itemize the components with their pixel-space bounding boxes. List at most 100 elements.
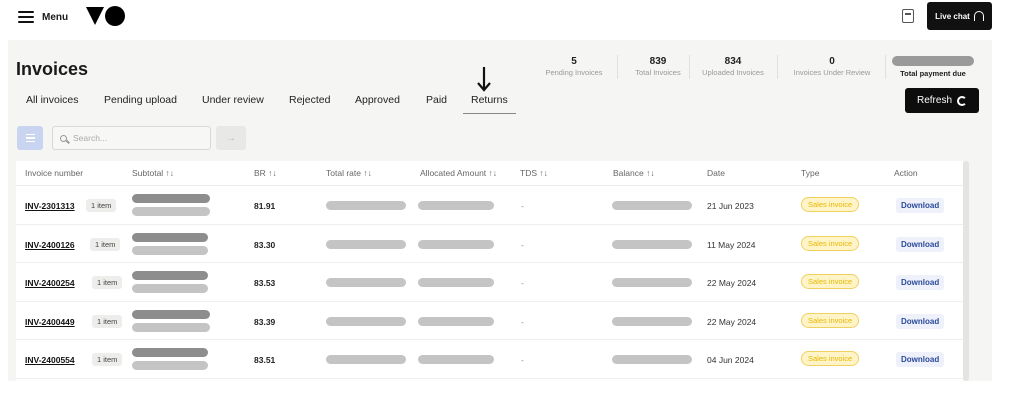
allocated-amount-redacted — [418, 316, 494, 326]
subtotal-redacted — [132, 194, 210, 203]
total-rate-redacted — [326, 201, 406, 210]
invoice-number-link[interactable]: INV-2400254 — [25, 278, 75, 288]
tab-returns[interactable]: Returns — [463, 94, 516, 114]
col-balance[interactable]: Balance ↑↓ — [613, 168, 655, 178]
search-box[interactable] — [52, 126, 211, 150]
search-input[interactable] — [73, 133, 193, 143]
subtotal-redacted — [132, 232, 208, 242]
top-bar: Menu Live chat — [0, 0, 1009, 38]
col-br[interactable]: BR ↑↓ — [254, 168, 277, 178]
stat-value: 5 — [571, 56, 577, 67]
hamburger-icon — [18, 11, 34, 23]
allocated-amount-redacted — [418, 278, 494, 287]
col-type: Type — [801, 168, 820, 178]
refresh-button[interactable]: Refresh — [905, 88, 979, 113]
item-count-badge: 1 item — [92, 353, 123, 366]
invoice-number-link[interactable]: INV-2400449 — [25, 317, 75, 327]
col-tds[interactable]: TDS ↑↓ — [520, 168, 548, 178]
refresh-label: Refresh — [916, 95, 952, 106]
col-allocated-amount[interactable]: Allocated Amount ↑↓ — [420, 168, 497, 178]
menu-label: Menu — [42, 11, 69, 23]
col-total-rate[interactable]: Total rate ↑↓ — [326, 168, 372, 178]
balance-redacted — [612, 201, 692, 210]
tab-all-invoices[interactable]: All invoices — [26, 94, 79, 106]
subtotal-redacted — [132, 271, 208, 280]
date-value: 21 Jun 2023 — [707, 201, 754, 211]
subtotal-redacted — [132, 309, 210, 319]
stat-value: 0 — [829, 56, 835, 67]
br-value: 83.30 — [254, 239, 276, 250]
allocated-amount-redacted — [418, 201, 494, 210]
table-row: INV-2400254 1 item 83.53 - 22 May 2024 S… — [16, 263, 963, 302]
total-rate-redacted — [326, 239, 406, 249]
download-button[interactable]: Download — [896, 313, 945, 329]
live-chat-button[interactable]: Live chat — [927, 2, 992, 30]
table-scrollbar[interactable] — [963, 161, 969, 381]
stat-label: Invoices Under Review — [793, 68, 871, 77]
balance-redacted — [612, 278, 692, 287]
total-payment-value-redacted — [892, 56, 974, 66]
br-value: 83.53 — [254, 278, 276, 288]
invoices-panel: Invoices 5 Pending Invoices 839 Total In… — [8, 40, 992, 381]
stat-invoices-under-review: 0 Invoices Under Review — [782, 56, 882, 77]
download-button[interactable]: Download — [896, 236, 945, 252]
invoices-table: Invoice number Subtotal ↑↓ BR ↑↓ Total r… — [16, 161, 963, 381]
divider — [777, 55, 778, 79]
tab-rejected[interactable]: Rejected — [289, 94, 330, 106]
document-icon[interactable] — [902, 9, 914, 23]
search-icon — [60, 134, 67, 142]
balance-redacted — [612, 239, 692, 249]
divider — [885, 55, 886, 79]
total-rate-redacted — [326, 278, 406, 287]
table-row: INV-2400449 1 item 83.39 - 22 May 2024 S… — [16, 302, 963, 340]
live-chat-label: Live chat — [935, 11, 970, 21]
type-badge: Sales invoice — [801, 274, 860, 289]
stat-label: Pending Invoices — [545, 68, 603, 77]
invoice-number-link[interactable]: INV-2400554 — [25, 355, 75, 365]
tab-pending-upload[interactable]: Pending upload — [104, 94, 177, 106]
download-button[interactable]: Download — [896, 198, 945, 213]
total-rate-redacted — [326, 316, 406, 326]
tds-value: - — [521, 316, 524, 327]
br-value: 83.39 — [254, 316, 276, 327]
search-submit-button[interactable]: → — [216, 126, 246, 150]
download-button[interactable]: Download — [896, 275, 945, 290]
tab-under-review[interactable]: Under review — [202, 94, 264, 106]
type-badge: Sales invoice — [801, 312, 860, 328]
stat-total-invoices: 839 Total Invoices — [621, 56, 695, 77]
tab-approved[interactable]: Approved — [355, 94, 400, 106]
table-row: INV-2400554 1 item 83.51 - 04 Jun 2024 S… — [16, 340, 963, 379]
tds-value: - — [521, 278, 524, 288]
col-subtotal[interactable]: Subtotal ↑↓ — [132, 168, 174, 178]
subtotal-secondary-redacted — [132, 284, 208, 293]
col-action: Action — [894, 168, 918, 178]
date-value: 11 May 2024 — [707, 239, 756, 250]
stat-pending-invoices: 5 Pending Invoices — [536, 56, 612, 77]
divider — [689, 55, 690, 79]
allocated-amount-redacted — [418, 239, 494, 249]
invoice-number-link[interactable]: INV-2400126 — [25, 240, 75, 250]
item-count-badge: 1 item — [86, 199, 117, 212]
stat-uploaded-invoices: 834 Uploaded Invoices — [692, 56, 774, 77]
arrow-down-icon — [477, 67, 491, 92]
stat-value: 839 — [649, 56, 667, 67]
refresh-icon — [957, 95, 967, 106]
br-value: 81.91 — [254, 201, 276, 211]
arrow-right-icon: → — [226, 132, 236, 144]
download-button[interactable]: Download — [896, 352, 945, 367]
brand-logo[interactable] — [86, 6, 125, 26]
tab-paid[interactable]: Paid — [426, 94, 447, 106]
invoice-number-link[interactable]: INV-2301313 — [25, 201, 75, 211]
menu-button[interactable]: Menu — [18, 7, 68, 27]
br-value: 83.51 — [254, 355, 276, 365]
filter-button[interactable] — [17, 126, 43, 150]
balance-redacted — [612, 355, 692, 364]
total-rate-redacted — [326, 355, 406, 364]
item-count-badge: 1 item — [92, 276, 123, 289]
subtotal-secondary-redacted — [132, 207, 210, 216]
balance-redacted — [612, 316, 692, 326]
type-badge: Sales invoice — [801, 235, 860, 251]
subtotal-redacted — [132, 348, 208, 357]
item-count-badge: 1 item — [90, 237, 121, 251]
type-badge: Sales invoice — [801, 197, 860, 212]
